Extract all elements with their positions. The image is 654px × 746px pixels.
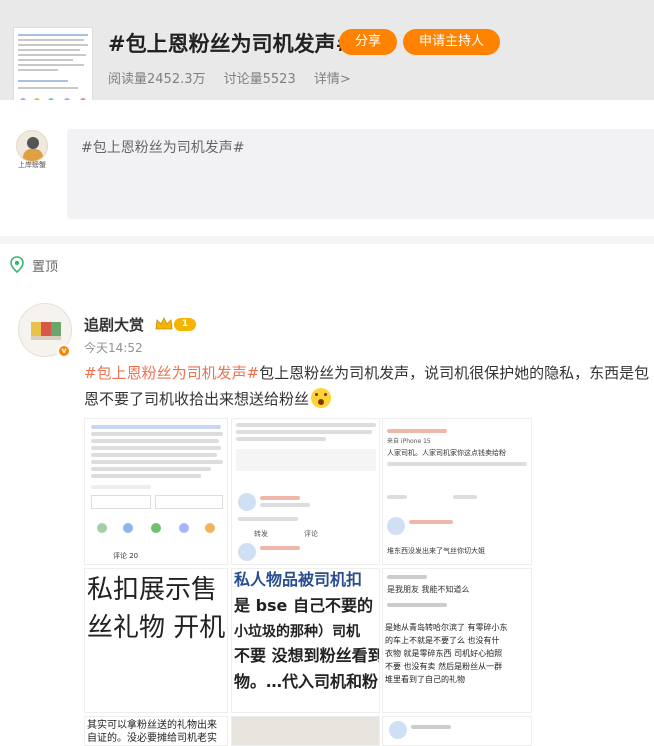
section-divider bbox=[0, 236, 654, 244]
pinned-label: 置顶 bbox=[32, 259, 59, 275]
img5-line5: 物。…代入司机和粉 bbox=[234, 672, 379, 691]
post-image-9[interactable] bbox=[382, 716, 532, 746]
img6-text6: 堆里看到了自己的礼物 bbox=[385, 675, 465, 684]
img6-text3: 的车上不就是不要了么 也没有什 bbox=[385, 636, 500, 645]
verified-badge-icon: v bbox=[57, 344, 71, 358]
img4-line1: 私扣展示售 bbox=[87, 575, 218, 605]
surprised-emoji-icon bbox=[311, 388, 332, 408]
topic-title: #包上恩粉丝为司机发声# bbox=[108, 32, 354, 56]
details-link[interactable]: 详情> bbox=[314, 72, 351, 87]
post-image-2[interactable]: 转发 评论 bbox=[231, 418, 380, 565]
read-count: 阅读量2452.3万 bbox=[108, 72, 206, 87]
img6-text2: 是她从青岛转哈尔滨了 有零碎小东 bbox=[385, 623, 508, 632]
crown-icon bbox=[154, 316, 174, 332]
img5-line2: 是 bse 自己不要的 bbox=[234, 596, 373, 615]
topic-header: #包上恩粉丝为司机发声# 分享 申请主持人 阅读量2452.3万 讨论量5523… bbox=[0, 0, 654, 107]
post-time[interactable]: 今天14:52 bbox=[84, 339, 143, 356]
topic-tag-link[interactable]: #包上恩粉丝为司机发声# bbox=[84, 364, 259, 382]
post-image-7[interactable]: 其实可以拿粉丝送的礼物出来 自证的。没必要摊给司机老实 bbox=[84, 716, 228, 746]
pinned-row: 置顶 bbox=[8, 254, 58, 276]
post-image-8[interactable] bbox=[231, 716, 380, 746]
img7-text2: 自证的。没必要摊给司机老实 bbox=[87, 733, 217, 744]
compose-user-name: 上岸螃蟹 bbox=[18, 161, 46, 169]
img3-text2: 堆东西没发出来了气丝你切大姐 bbox=[387, 547, 485, 555]
apply-host-button[interactable]: 申请主持人 bbox=[403, 29, 501, 55]
post-body-text2: 恩不要了司机收拾出来想送给粉丝 bbox=[84, 390, 310, 408]
img5-line1: 私人物品被司机扣 bbox=[234, 570, 363, 589]
location-pin-icon bbox=[8, 256, 26, 274]
compose-user-avatar[interactable] bbox=[16, 130, 48, 162]
share-button[interactable]: 分享 bbox=[339, 29, 398, 55]
discussion-count: 讨论量5523 bbox=[223, 72, 296, 87]
repost-label: 转发 bbox=[254, 530, 268, 538]
topic-stats: 阅读量2452.3万 讨论量5523 详情> bbox=[108, 68, 365, 87]
post-text-line1: #包上恩粉丝为司机发声#包上恩粉丝为司机发声，说司机很保护她的隐私，东西是包 bbox=[84, 360, 654, 386]
img5-line3: 小垃圾的那种）司机 bbox=[234, 624, 360, 640]
post-body-text: 包上恩粉丝为司机发声，说司机很保护她的隐私，东西是包 bbox=[259, 364, 650, 382]
img4-line2: 丝礼物 开机 bbox=[87, 613, 226, 643]
img3-from-label: 来自 iPhone 15 bbox=[387, 438, 431, 445]
level-badge: 1 bbox=[174, 318, 196, 331]
post-image-6[interactable]: 是我朋友 我能不知道么 是她从青岛转哈尔滨了 有零碎小东 的车上不就是不要了么 … bbox=[382, 568, 532, 713]
post-image-3[interactable]: 来自 iPhone 15 人家司机。人家司机家你这点钱卖给粉 堆东西没发出来了气… bbox=[382, 418, 532, 565]
img3-text: 人家司机。人家司机家你这点钱卖给粉 bbox=[387, 449, 506, 457]
topic-thumbnail[interactable] bbox=[13, 27, 93, 107]
img6-text4: 衣物 就是零碎东西 司机好心拍照 bbox=[385, 649, 503, 658]
img5-line4: 不要 没想到粉丝看到 bbox=[234, 646, 380, 665]
img7-text1: 其实可以拿粉丝送的礼物出来 bbox=[87, 720, 217, 731]
post-text-line2: 恩不要了司机收拾出来想送给粉丝 bbox=[84, 386, 332, 412]
post-image-1[interactable]: 评论 20 bbox=[84, 418, 228, 565]
img6-text1: 是我朋友 我能不知道么 bbox=[387, 585, 470, 594]
comment-label: 评论 bbox=[304, 530, 318, 538]
img6-text5: 不要 也没有卖 然后是粉丝从一群 bbox=[385, 662, 503, 671]
compose-input[interactable]: #包上恩粉丝为司机发声# bbox=[67, 129, 654, 219]
post-image-4[interactable]: 私扣展示售 丝礼物 开机 bbox=[84, 568, 228, 713]
post-author-name[interactable]: 追剧大赏 bbox=[84, 314, 144, 335]
post-image-5[interactable]: 私人物品被司机扣 是 bse 自己不要的 小垃圾的那种）司机 不要 没想到粉丝看… bbox=[231, 568, 380, 713]
comment-count-label: 评论 20 bbox=[113, 552, 139, 560]
